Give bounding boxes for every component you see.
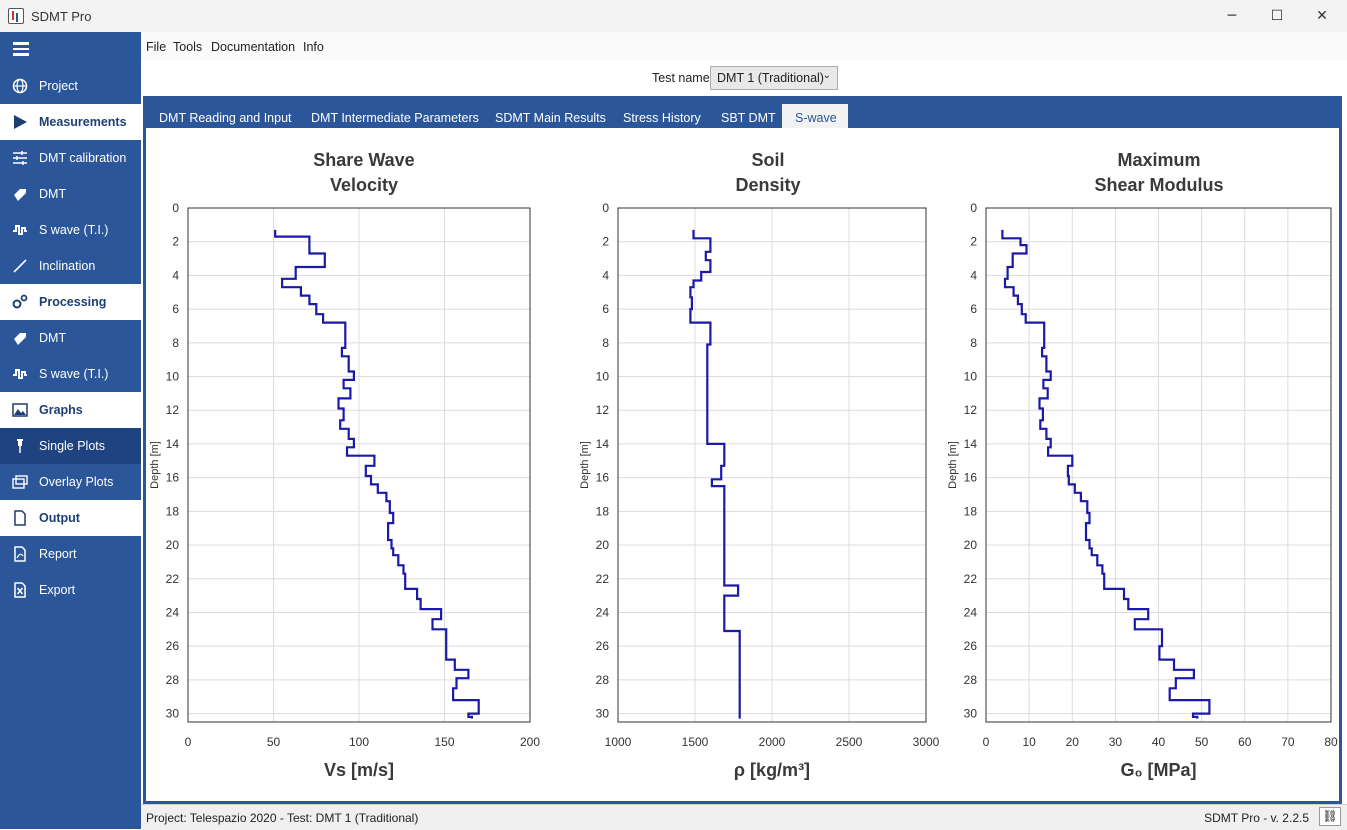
chart-2: 1000 1500 2000 2500 300002468101214161820222…: [579, 150, 940, 780]
y-tick-label: 10: [964, 370, 978, 384]
y-tick-label: 12: [596, 403, 610, 417]
y-tick-label: 20: [964, 538, 978, 552]
y-tick-label: 10: [166, 370, 180, 384]
chart-1: 0 50 100 150 200024681012141618202224262830S…: [149, 150, 540, 780]
x-tick-label: 40: [1152, 735, 1166, 749]
y-tick-label: 24: [166, 605, 180, 619]
x-tick-label: 2000: [759, 735, 786, 749]
x-tick-label: 0: [185, 735, 192, 749]
y-tick-label: 30: [964, 707, 978, 721]
x-axis-label: ρ [kg/m³]: [734, 760, 810, 780]
y-tick-label: 6: [970, 302, 977, 316]
y-tick-label: 0: [970, 201, 977, 215]
chart-title-line: Velocity: [330, 175, 398, 195]
x-tick-label: 1500: [682, 735, 709, 749]
y-axis-label: Depth [m]: [149, 441, 161, 489]
y-tick-label: 12: [166, 403, 180, 417]
x-tick-label: 150: [434, 735, 454, 749]
y-tick-label: 22: [596, 572, 610, 586]
charts-area: 0 50 100 150 200024681012141618202224262830S…: [149, 150, 1338, 780]
chart-3: 0 10 20 30 40 50 60 70 8002468101214161820222426…: [947, 150, 1338, 780]
y-tick-label: 4: [172, 268, 179, 282]
y-tick-label: 16: [964, 471, 978, 485]
y-tick-label: 18: [596, 504, 610, 518]
y-tick-label: 4: [970, 268, 977, 282]
y-tick-label: 18: [964, 504, 978, 518]
chart-title-line: Shear Modulus: [1094, 175, 1223, 195]
link-icon[interactable]: ⛓: [1319, 807, 1341, 826]
chart-title-line: Share Wave: [313, 150, 414, 170]
x-tick-label: 100: [349, 735, 369, 749]
chart-title-line: Density: [735, 175, 800, 195]
y-tick-label: 26: [964, 639, 978, 653]
y-tick-label: 2: [172, 235, 179, 249]
x-tick-label: 20: [1066, 735, 1080, 749]
y-tick-label: 14: [166, 437, 180, 451]
y-tick-label: 16: [596, 471, 610, 485]
x-tick-label: 0: [983, 735, 990, 749]
y-tick-label: 8: [970, 336, 977, 350]
x-tick-label: 30: [1109, 735, 1123, 749]
y-tick-label: 30: [596, 707, 610, 721]
chart-title-line: Maximum: [1117, 150, 1200, 170]
x-tick-label: 50: [1195, 735, 1209, 749]
status-bar: Project: Telespazio 2020 - Test: DMT 1 (…: [141, 804, 1347, 830]
y-tick-label: 2: [602, 235, 609, 249]
y-axis-label: Depth [m]: [947, 441, 959, 489]
y-tick-label: 12: [964, 403, 978, 417]
y-tick-label: 6: [172, 302, 179, 316]
y-tick-label: 22: [166, 572, 180, 586]
y-tick-label: 14: [596, 437, 610, 451]
y-tick-label: 28: [964, 673, 978, 687]
y-tick-label: 26: [596, 639, 610, 653]
series-line: [689, 229, 741, 719]
y-tick-label: 24: [596, 605, 610, 619]
y-tick-label: 6: [602, 302, 609, 316]
y-tick-label: 14: [964, 437, 978, 451]
status-project: Project: Telespazio 2020 - Test: DMT 1 (…: [146, 811, 419, 825]
y-tick-label: 2: [970, 235, 977, 249]
y-tick-label: 10: [596, 370, 610, 384]
y-tick-label: 30: [166, 707, 180, 721]
y-tick-label: 20: [596, 538, 610, 552]
y-tick-label: 20: [166, 538, 180, 552]
y-tick-label: 26: [166, 639, 180, 653]
x-tick-label: 10: [1022, 735, 1036, 749]
x-tick-label: 80: [1324, 735, 1338, 749]
y-tick-label: 22: [964, 572, 978, 586]
x-tick-label: 70: [1281, 735, 1295, 749]
y-tick-label: 24: [964, 605, 978, 619]
y-tick-label: 28: [166, 673, 180, 687]
x-tick-label: 60: [1238, 735, 1252, 749]
x-tick-label: 3000: [913, 735, 940, 749]
y-tick-label: 0: [602, 201, 609, 215]
y-tick-label: 0: [172, 201, 179, 215]
x-tick-label: 1000: [605, 735, 632, 749]
x-tick-label: 2500: [836, 735, 863, 749]
y-tick-label: 8: [602, 336, 609, 350]
y-tick-label: 4: [602, 268, 609, 282]
y-tick-label: 16: [166, 471, 180, 485]
y-axis-label: Depth [m]: [579, 441, 591, 489]
series-line: [274, 229, 480, 719]
y-tick-label: 18: [166, 504, 180, 518]
x-tick-label: 200: [520, 735, 540, 749]
series-line: [1001, 229, 1211, 719]
x-tick-label: 50: [267, 735, 281, 749]
status-version: SDMT Pro - v. 2.2.5: [1204, 811, 1309, 825]
x-axis-label: Vs [m/s]: [324, 760, 394, 780]
y-tick-label: 8: [172, 336, 179, 350]
chart-title-line: Soil: [751, 150, 784, 170]
x-axis-label: G₀ [MPa]: [1120, 760, 1196, 780]
y-tick-label: 28: [596, 673, 610, 687]
